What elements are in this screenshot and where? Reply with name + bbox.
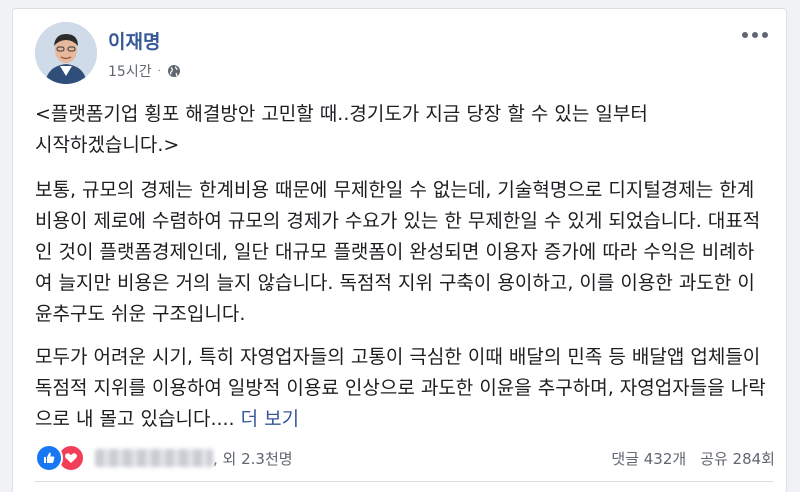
meta-separator: · bbox=[157, 65, 161, 77]
more-dot bbox=[742, 32, 748, 38]
post-paragraph-2-text: 모두가 어려운 시기, 특히 자영업자들의 고통이 극심한 이때 배달의 민족 … bbox=[35, 346, 766, 430]
like-icon[interactable] bbox=[35, 444, 63, 472]
post-title: <플랫폼기업 횡포 해결방안 고민할 때..경기도가 지금 당장 할 수 있는 … bbox=[35, 99, 770, 161]
author-name[interactable]: 이재명 bbox=[108, 27, 160, 54]
more-options-icon[interactable] bbox=[742, 29, 768, 41]
post-timestamp[interactable]: 15시간 bbox=[108, 61, 152, 81]
reaction-others-count[interactable]: , 외 2.3천명 bbox=[213, 448, 293, 469]
more-dot bbox=[762, 32, 768, 38]
post-stats: 댓글 432개 공유 284회 bbox=[611, 448, 775, 469]
post-body: <플랫폼기업 횡포 해결방안 고민할 때..경기도가 지금 당장 할 수 있는 … bbox=[35, 99, 770, 447]
post-title-line2: 시작하겠습니다.> bbox=[35, 134, 180, 156]
more-dot bbox=[752, 32, 758, 38]
post-title-line1: <플랫폼기업 횡포 해결방안 고민할 때..경기도가 지금 당장 할 수 있는 … bbox=[35, 103, 648, 125]
see-more-link[interactable]: 더 보기 bbox=[241, 408, 299, 430]
reactions[interactable] bbox=[35, 444, 85, 472]
post-card: 이재명 15시간 · <플랫폼기업 횡포 해결방안 고민할 때..경기도가 지금… bbox=[12, 8, 787, 492]
post-paragraph-1: 보통, 규모의 경제는 한계비용 때문에 무제한일 수 없는데, 기술혁명으로 … bbox=[35, 179, 761, 325]
globe-icon[interactable] bbox=[167, 64, 181, 78]
post-footer: , 외 2.3천명 댓글 432개 공유 284회 bbox=[35, 444, 775, 472]
reactor-names-blurred[interactable] bbox=[95, 449, 213, 467]
footer-divider bbox=[35, 481, 773, 482]
avatar[interactable] bbox=[35, 22, 97, 84]
post-paragraph-2: 모두가 어려운 시기, 특히 자영업자들의 고통이 극심한 이때 배달의 민족 … bbox=[35, 342, 770, 435]
share-count[interactable]: 공유 284회 bbox=[700, 448, 775, 469]
comment-count[interactable]: 댓글 432개 bbox=[611, 448, 686, 469]
post-meta: 15시간 · bbox=[108, 61, 181, 81]
